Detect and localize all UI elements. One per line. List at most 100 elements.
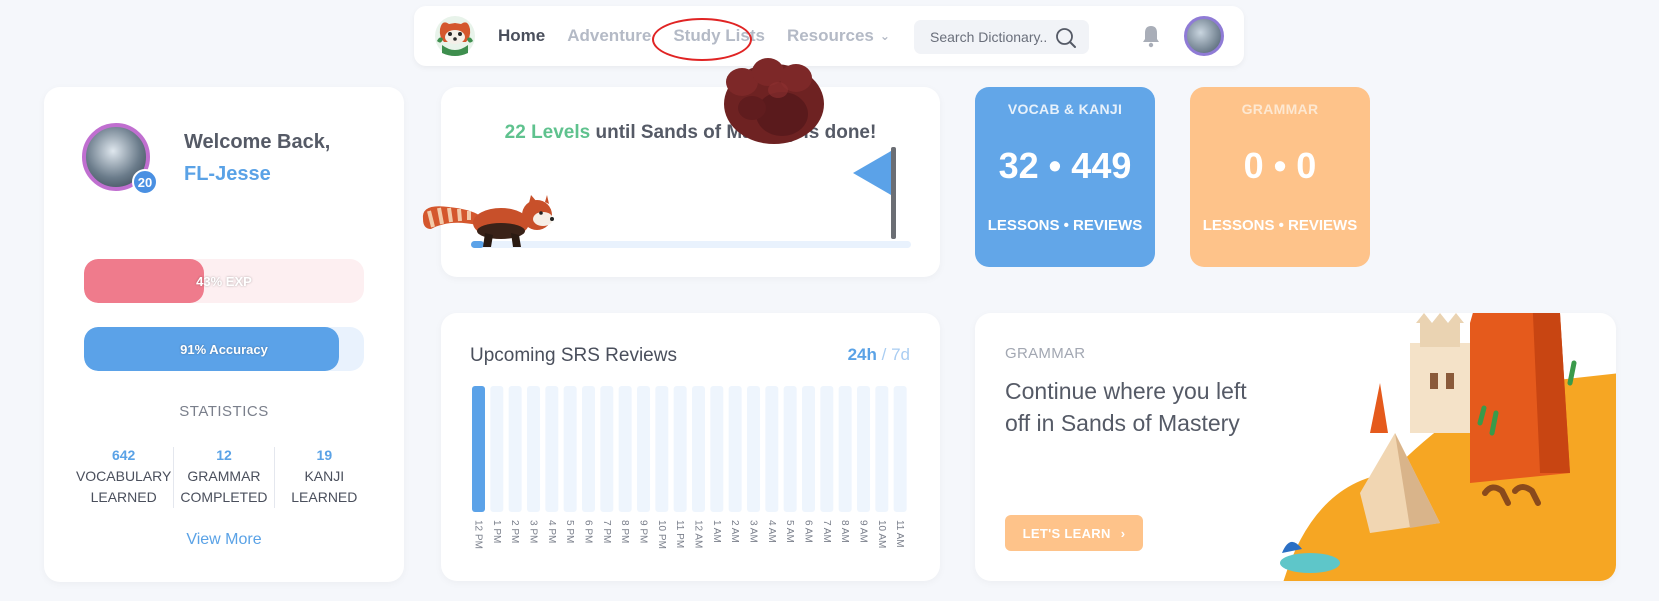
- stat-value: 19: [316, 447, 333, 463]
- stat-label-line2: LEARNED: [291, 489, 358, 505]
- srs-bar-track: [490, 386, 504, 512]
- srs-tick-label: 2 AM: [729, 520, 740, 543]
- srs-bar-track: [508, 386, 522, 512]
- welcome-text: Welcome Back,: [184, 131, 331, 153]
- srs-tick-label: 11 AM: [894, 520, 905, 548]
- statistics-title: STATISTICS: [179, 403, 269, 420]
- statistics-list: 642 VOCABULARY LEARNED 12 GRAMMAR COMPLETE…: [74, 447, 374, 508]
- search-box: [914, 20, 1089, 54]
- srs-bar-track: [802, 386, 815, 512]
- srs-tick-label: 3 PM: [528, 520, 539, 543]
- srs-tick-label: 1 PM: [491, 520, 502, 543]
- tile-count: 32 • 449: [998, 145, 1132, 186]
- srs-tick-label: 11 PM: [674, 520, 685, 548]
- level-badge: 20: [132, 169, 158, 195]
- flag-icon: [853, 151, 891, 195]
- srs-title: Upcoming SRS Reviews: [470, 345, 677, 366]
- srs-chart: 12 PM 1 PM 2 PM 3 PM 4 PM 5 PM 6 PM 7 PM 8 PM 9 P…: [472, 386, 907, 549]
- srs-tick-label: 4 PM: [546, 520, 557, 543]
- nav-home[interactable]: Home: [498, 26, 545, 46]
- tile-title: GRAMMAR: [1241, 101, 1319, 117]
- stat-label-line2: COMPLETED: [180, 489, 268, 505]
- srs-tick-label: 12 PM: [473, 520, 484, 549]
- levels-count: 22 Levels: [504, 122, 591, 143]
- stat-label: GRAMMAR COMPLETED: [174, 466, 273, 508]
- srs-tick-label: 10 AM: [876, 520, 887, 548]
- srs-reviews-card: Upcoming SRS Reviews 24h / 7d 12 PM 1 PM 2…: [441, 313, 940, 581]
- srs-bar-track: [857, 386, 870, 512]
- srs-tick-label: 2 PM: [509, 520, 520, 543]
- username[interactable]: FL-Jesse: [184, 163, 271, 186]
- srs-tick-label: 12 AM: [693, 520, 704, 548]
- desert-illustration: [1270, 313, 1616, 581]
- srs-tick-label: 7 PM: [601, 520, 612, 543]
- tile-count: 0 • 0: [1243, 145, 1317, 186]
- srs-tick-label: 6 PM: [583, 520, 594, 543]
- stat-label-line1: GRAMMAR: [187, 468, 261, 484]
- srs-bar-track: [692, 386, 705, 512]
- user-avatar[interactable]: [1184, 16, 1224, 56]
- srs-bar-track: [875, 386, 889, 512]
- grammar-tile[interactable]: GRAMMAR 0 • 0 LESSONS • REVIEWS: [1190, 87, 1370, 267]
- stat-label-line1: VOCABULARY: [75, 468, 172, 484]
- stat-label-line2: LEARNED: [90, 489, 157, 505]
- exp-bar: 43% EXP: [84, 259, 364, 303]
- level-progress-card: 22 Levels until Sands of Mastery is done…: [422, 87, 940, 277]
- stat-label: VOCABULARY LEARNED: [74, 466, 173, 508]
- search-input[interactable]: [914, 29, 1054, 45]
- srs-bar-track: [710, 386, 724, 512]
- stat-label: KANJI LEARNED: [275, 466, 374, 508]
- exp-label: 43% EXP: [196, 273, 252, 289]
- bell-icon[interactable]: [1141, 24, 1161, 53]
- accuracy-bar: 91% Accuracy: [84, 327, 364, 371]
- stat-kanji: 19 KANJI LEARNED: [275, 447, 374, 508]
- srs-bar-track: [563, 386, 577, 512]
- lets-learn-label: LET'S LEARN: [1022, 525, 1111, 541]
- continue-lesson-card: GRAMMAR Continue where you left off in S…: [975, 313, 1616, 581]
- srs-bar-track: [747, 386, 760, 512]
- tile-footer: LESSONS • REVIEWS: [987, 217, 1143, 234]
- tile-title: VOCAB & KANJI: [1007, 101, 1123, 117]
- srs-tick-label: 5 PM: [564, 520, 575, 543]
- srs-tick-label: 10 PM: [656, 520, 667, 549]
- lets-learn-button[interactable]: LET'S LEARN ›: [1005, 515, 1143, 551]
- red-panda-illustration: [419, 189, 569, 254]
- srs-bar-track: [600, 386, 614, 512]
- lesson-text: Continue where you left off in Sands of …: [1005, 378, 1247, 436]
- stat-label-line1: KANJI: [304, 468, 345, 484]
- srs-tick-label: 9 AM: [858, 520, 869, 543]
- flag-pole: [891, 147, 896, 239]
- stat-grammar: 12 GRAMMAR COMPLETED: [174, 447, 275, 508]
- srs-tick-label: 9 PM: [638, 520, 649, 543]
- srs-tick-label: 8 AM: [839, 520, 850, 543]
- srs-tick-label: 5 AM: [784, 520, 795, 543]
- nav-study-lists[interactable]: Study Lists: [673, 26, 765, 46]
- lesson-category: GRAMMAR: [1005, 345, 1086, 362]
- srs-bar-track: [893, 386, 907, 512]
- toggle-7d[interactable]: 7d: [891, 345, 910, 364]
- chevron-down-icon: ⌄: [879, 29, 890, 43]
- levels-remaining-text: 22 Levels until Sands of Mastery is done…: [441, 122, 940, 144]
- view-more-link[interactable]: View More: [44, 531, 404, 549]
- tile-footer: LESSONS • REVIEWS: [1202, 217, 1358, 234]
- toggle-separator: /: [881, 345, 887, 364]
- srs-bar-track: [765, 386, 779, 512]
- srs-bar-track: [582, 386, 595, 512]
- srs-tick-label: 3 AM: [748, 520, 759, 543]
- nav-adventure[interactable]: Adventure: [567, 26, 651, 46]
- srs-bar-track: [728, 386, 742, 512]
- vocab-kanji-tile[interactable]: VOCAB & KANJI 32 • 449 LESSONS • REVIEWS: [975, 87, 1155, 267]
- srs-bar[interactable]: [472, 386, 485, 512]
- search-icon[interactable]: [1055, 27, 1077, 54]
- paw-cursor-icon: [712, 54, 832, 159]
- red-panda-logo[interactable]: [434, 15, 476, 57]
- nav-resources[interactable]: Resources ⌄: [787, 26, 890, 46]
- toggle-24h[interactable]: 24h: [848, 345, 877, 364]
- srs-bar-track: [673, 386, 687, 512]
- srs-bar-track: [783, 386, 797, 512]
- accuracy-label: 91% Accuracy: [180, 341, 268, 357]
- srs-bar-track: [820, 386, 834, 512]
- srs-tick-label: 7 AM: [821, 520, 832, 543]
- srs-bar-track: [637, 386, 650, 512]
- stat-vocabulary: 642 VOCABULARY LEARNED: [74, 447, 175, 508]
